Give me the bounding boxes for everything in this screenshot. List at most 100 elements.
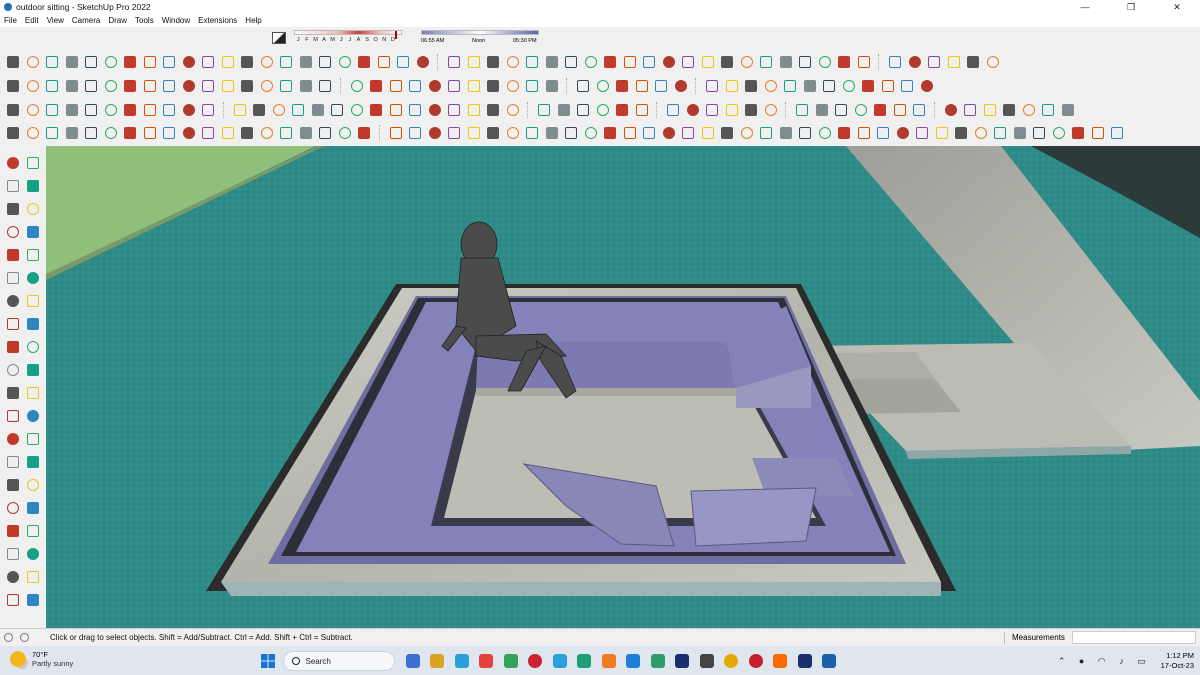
large-tool-button[interactable] (4, 315, 22, 333)
large-tool-button[interactable] (24, 269, 42, 287)
toolbar-tool-button[interactable] (523, 53, 541, 71)
toolbar-tool-button[interactable] (180, 101, 198, 119)
toolbar-tool-button[interactable] (855, 124, 873, 142)
toolbar-tool-button[interactable] (24, 77, 42, 95)
toolbar-tool-button[interactable] (355, 53, 373, 71)
menu-help[interactable]: Help (245, 16, 261, 25)
toolbar-tool-button[interactable] (484, 77, 502, 95)
toolbar-tool-button[interactable] (738, 124, 756, 142)
opera-app-button[interactable] (525, 651, 545, 671)
toolbar-tool-button[interactable] (348, 101, 366, 119)
toolbar-tool-button[interactable] (781, 77, 799, 95)
toolbar-tool-button[interactable] (484, 53, 502, 71)
toolbar-tool-button[interactable] (1059, 101, 1077, 119)
toolbar-tool-button[interactable] (414, 53, 432, 71)
toolbar-tool-button[interactable] (562, 124, 580, 142)
chrome-app-button[interactable] (721, 651, 741, 671)
toolbar-tool-button[interactable] (535, 101, 553, 119)
toolbar-tool-button[interactable] (465, 101, 483, 119)
toolbar-tool-button[interactable] (258, 77, 276, 95)
toolbar-tool-button[interactable] (1011, 124, 1029, 142)
weather-widget[interactable]: 70°F Partly sunny (10, 650, 73, 668)
toolbar-tool-button[interactable] (894, 124, 912, 142)
vector-app-button[interactable] (697, 651, 717, 671)
toolbar-tool-button[interactable] (238, 124, 256, 142)
large-tool-button[interactable] (24, 545, 42, 563)
toolbar-tool-button[interactable] (297, 53, 315, 71)
toolbar-tool-button[interactable] (543, 53, 561, 71)
toolbar-tool-button[interactable] (121, 124, 139, 142)
folder-app-button[interactable] (501, 651, 521, 671)
toolbar-tool-button[interactable] (543, 77, 561, 95)
toolbar-tool-button[interactable] (913, 124, 931, 142)
toolbar-tool-button[interactable] (640, 53, 658, 71)
toolbar-tool-button[interactable] (703, 77, 721, 95)
toolbar-tool-button[interactable] (43, 77, 61, 95)
toolbar-tool-button[interactable] (289, 101, 307, 119)
toolbar-tool-button[interactable] (355, 124, 373, 142)
toolbar-tool-button[interactable] (121, 53, 139, 71)
toolbar-tool-button[interactable] (82, 53, 100, 71)
toolbar-tool-button[interactable] (972, 124, 990, 142)
toolbar-tool-button[interactable] (796, 124, 814, 142)
toolbar-tool-button[interactable] (871, 101, 889, 119)
toolbar-tool-button[interactable] (4, 124, 22, 142)
large-tool-button[interactable] (24, 200, 42, 218)
large-tool-button[interactable] (4, 499, 22, 517)
large-tool-button[interactable] (4, 453, 22, 471)
large-tool-button[interactable] (4, 430, 22, 448)
mail-app-button[interactable] (427, 651, 447, 671)
toolbar-tool-button[interactable] (277, 53, 295, 71)
photoshop-2-app-button[interactable] (795, 651, 815, 671)
toolbar-tool-button[interactable] (24, 101, 42, 119)
toolbar-tool-button[interactable] (141, 77, 159, 95)
menu-edit[interactable]: Edit (25, 16, 39, 25)
toolbar-tool-button[interactable] (777, 124, 795, 142)
media-app-button[interactable] (648, 651, 668, 671)
toolbar-tool-button[interactable] (199, 101, 217, 119)
large-tool-button[interactable] (4, 545, 22, 563)
toolbar-tool-button[interactable] (180, 53, 198, 71)
toolbar-tool-button[interactable] (348, 77, 366, 95)
maximize-button[interactable]: ❐ (1108, 0, 1154, 14)
wifi-icon[interactable]: ◠ (1095, 654, 1109, 668)
large-tool-button[interactable] (4, 361, 22, 379)
toolbar-tool-button[interactable] (43, 53, 61, 71)
minimize-button[interactable]: — (1062, 0, 1108, 14)
toolbar-tool-button[interactable] (141, 101, 159, 119)
toolbar-tool-button[interactable] (684, 101, 702, 119)
telegram-app-button[interactable] (550, 651, 570, 671)
toolbar-tool-button[interactable] (199, 124, 217, 142)
toolbar-tool-button[interactable] (793, 101, 811, 119)
toolbar-tool-button[interactable] (840, 77, 858, 95)
toolbar-tool-button[interactable] (445, 53, 463, 71)
toolbar-tool-button[interactable] (910, 101, 928, 119)
toolbar-tool-button[interactable] (199, 77, 217, 95)
toolbar-tool-button[interactable] (699, 53, 717, 71)
toolbar-tool-button[interactable] (387, 124, 405, 142)
security-icon[interactable]: ● (1075, 654, 1089, 668)
toolbar-tool-button[interactable] (1069, 124, 1087, 142)
toolbar-tool-button[interactable] (594, 77, 612, 95)
toolbar-tool-button[interactable] (906, 53, 924, 71)
clock[interactable]: 1:12 PM 17-Oct-23 (1161, 651, 1194, 671)
toolbar-tool-button[interactable] (816, 124, 834, 142)
large-tool-button[interactable] (24, 338, 42, 356)
toolbar-tool-button[interactable] (964, 53, 982, 71)
large-tool-button[interactable] (24, 315, 42, 333)
toolbar-tool-button[interactable] (309, 101, 327, 119)
start-button[interactable] (258, 651, 278, 671)
toolbar-tool-button[interactable] (835, 53, 853, 71)
toolbar-tool-button[interactable] (738, 53, 756, 71)
toolbar-tool-button[interactable] (160, 124, 178, 142)
toolbar-tool-button[interactable] (555, 101, 573, 119)
toolbar-tool-button[interactable] (504, 53, 522, 71)
toolbar-tool-button[interactable] (375, 53, 393, 71)
toolbar-tool-button[interactable] (859, 77, 877, 95)
toolbar-tool-button[interactable] (723, 77, 741, 95)
toolbar-tool-button[interactable] (961, 101, 979, 119)
toolbar-tool-button[interactable] (258, 124, 276, 142)
toolbar-tool-button[interactable] (1108, 124, 1126, 142)
toolbar-tool-button[interactable] (4, 101, 22, 119)
toolbar-tool-button[interactable] (621, 53, 639, 71)
